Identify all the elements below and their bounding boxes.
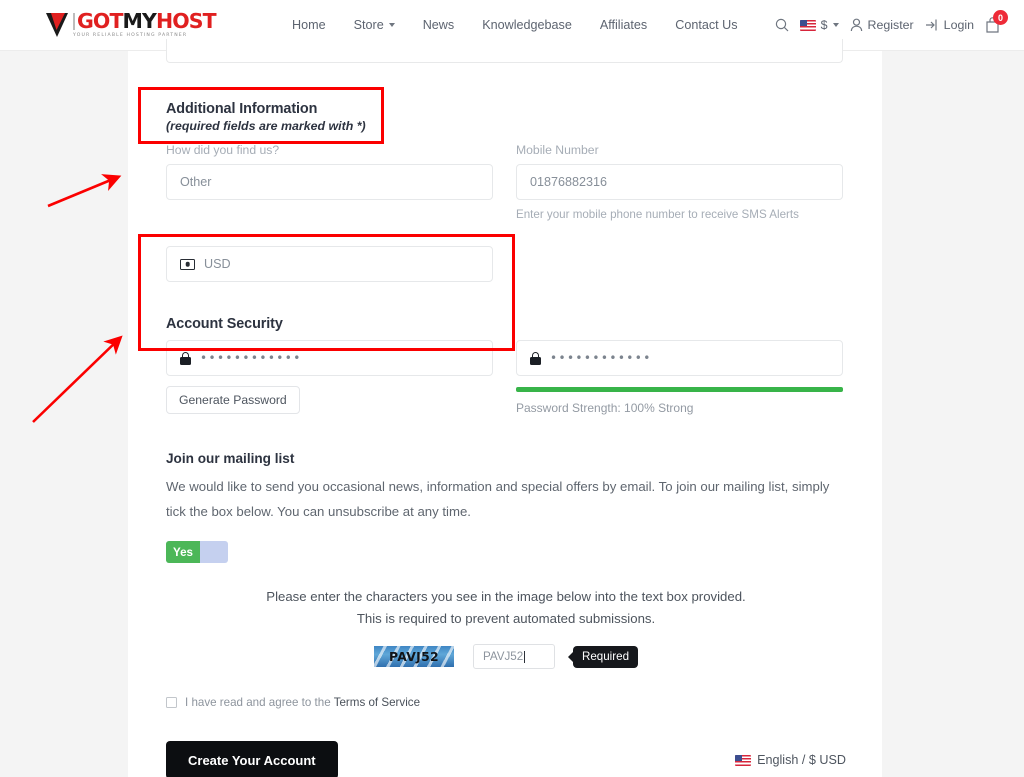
- register-label: Register: [867, 18, 914, 32]
- register-link[interactable]: Register: [850, 18, 914, 32]
- us-flag-icon: [799, 19, 816, 31]
- nav-item-knowledgebase[interactable]: Knowledgebase: [482, 18, 572, 32]
- mailing-list-title: Join our mailing list: [166, 451, 295, 466]
- cart-button[interactable]: 0: [985, 10, 1008, 33]
- captcha-required-tooltip: Required: [572, 645, 639, 668]
- cart-count-badge: 0: [993, 10, 1008, 25]
- search-icon: [775, 18, 789, 32]
- search-button[interactable]: [775, 18, 789, 32]
- logo-text-got: GOT: [77, 9, 123, 34]
- password-value: ••••••••••••: [200, 351, 302, 365]
- header-actions: $ Register Login 0: [775, 10, 1008, 33]
- login-arrow-icon: [925, 19, 937, 31]
- lock-icon: [180, 351, 191, 365]
- toggle-on-label: Yes: [166, 541, 200, 563]
- how-find-us-value: Other: [180, 175, 212, 189]
- annotation-arrow-2: [32, 335, 123, 423]
- section-title-account-security: Account Security: [166, 316, 283, 332]
- password-strength-fill: [516, 387, 843, 392]
- language-currency-selector[interactable]: English / $ USD: [735, 753, 846, 767]
- user-icon: [850, 18, 862, 32]
- login-label: Login: [943, 18, 974, 32]
- captcha-row: PAVJ52 PAVJ52 Required: [166, 644, 846, 669]
- money-icon: [180, 258, 195, 270]
- logo-mark-icon: [44, 11, 70, 39]
- nav-item-news[interactable]: News: [423, 18, 455, 32]
- previous-field-partial[interactable]: [166, 39, 843, 63]
- page-body: Additional Information (required fields …: [0, 39, 1024, 777]
- terms-of-service-link[interactable]: Terms of Service: [334, 696, 420, 709]
- confirm-password-value: ••••••••••••: [550, 351, 652, 365]
- section-subtitle-required-note: (required fields are marked with *): [166, 119, 366, 133]
- terms-label: I have read and agree to the Terms of Se…: [185, 696, 420, 709]
- site-logo[interactable]: GOTMYHOST YOUR RELIABLE HOSTING PARTNER: [44, 9, 217, 39]
- currency-field[interactable]: USD: [166, 246, 493, 282]
- create-account-button[interactable]: Create Your Account: [166, 741, 338, 777]
- nav-item-store[interactable]: Store: [354, 18, 395, 32]
- section-title-additional-information: Additional Information: [166, 101, 318, 117]
- logo-wordmark: GOTMYHOST: [73, 9, 217, 34]
- nav-label: Knowledgebase: [482, 18, 572, 32]
- annotation-arrow-1: [47, 174, 122, 208]
- mailing-list-description: We would like to send you occasional new…: [166, 479, 830, 519]
- nav-label: Affiliates: [599, 18, 648, 32]
- logo-text-my: MY: [122, 9, 157, 34]
- terms-row: I have read and agree to the Terms of Se…: [166, 696, 420, 709]
- nav-item-home[interactable]: Home: [292, 18, 326, 32]
- nav-item-contact-us[interactable]: Contact Us: [675, 18, 737, 32]
- text-caret: [524, 650, 526, 663]
- nav-label: News: [422, 18, 455, 32]
- nav-label: Store: [353, 18, 384, 32]
- terms-checkbox[interactable]: [166, 697, 177, 708]
- main-navigation: Home Store News Knowledgebase Affiliates…: [292, 18, 738, 32]
- terms-prefix: I have read and agree to the: [185, 696, 334, 709]
- login-link[interactable]: Login: [925, 18, 974, 32]
- us-flag-icon: [735, 754, 752, 766]
- how-find-us-label: How did you find us?: [166, 143, 280, 157]
- currency-value: USD: [204, 257, 231, 271]
- chevron-down-icon: [388, 23, 395, 27]
- generate-password-button[interactable]: Generate Password: [166, 386, 300, 414]
- nav-label: Contact Us: [675, 18, 738, 32]
- mobile-number-value: 01876882316: [530, 175, 608, 189]
- password-strength-text: Password Strength: 100% Strong: [516, 401, 694, 415]
- how-find-us-select[interactable]: Other: [166, 164, 493, 200]
- currency-symbol: $: [820, 18, 828, 32]
- mobile-number-label: Mobile Number: [516, 143, 599, 157]
- captcha-image-text: PAVJ52: [389, 649, 439, 664]
- currency-selector[interactable]: $: [799, 18, 839, 32]
- mobile-number-help-text: Enter your mobile phone number to receiv…: [516, 208, 799, 221]
- captcha-input-value: PAVJ52: [482, 650, 524, 663]
- toggle-track: [200, 541, 228, 563]
- lock-icon: [530, 351, 541, 365]
- nav-item-affiliates[interactable]: Affiliates: [600, 18, 647, 32]
- captcha-input[interactable]: PAVJ52: [472, 644, 555, 669]
- registration-form-panel: Additional Information (required fields …: [128, 39, 882, 777]
- captcha-instruction-line1: Please enter the characters you see in t…: [266, 589, 746, 604]
- mailing-list-toggle[interactable]: Yes: [166, 541, 228, 563]
- mobile-number-input[interactable]: 01876882316: [516, 164, 843, 200]
- nav-label: Home: [292, 18, 326, 32]
- language-currency-label: English / $ USD: [757, 753, 846, 767]
- password-input[interactable]: ••••••••••••: [166, 340, 493, 376]
- chevron-down-icon: [832, 23, 839, 27]
- logo-text-host: HOST: [156, 9, 217, 34]
- confirm-password-input[interactable]: ••••••••••••: [516, 340, 843, 376]
- captcha-instruction-line2: This is required to prevent automated su…: [356, 611, 656, 626]
- password-strength-bar: [516, 387, 843, 392]
- logo-tagline: YOUR RELIABLE HOSTING PARTNER: [73, 32, 188, 38]
- captcha-image[interactable]: PAVJ52: [373, 646, 454, 667]
